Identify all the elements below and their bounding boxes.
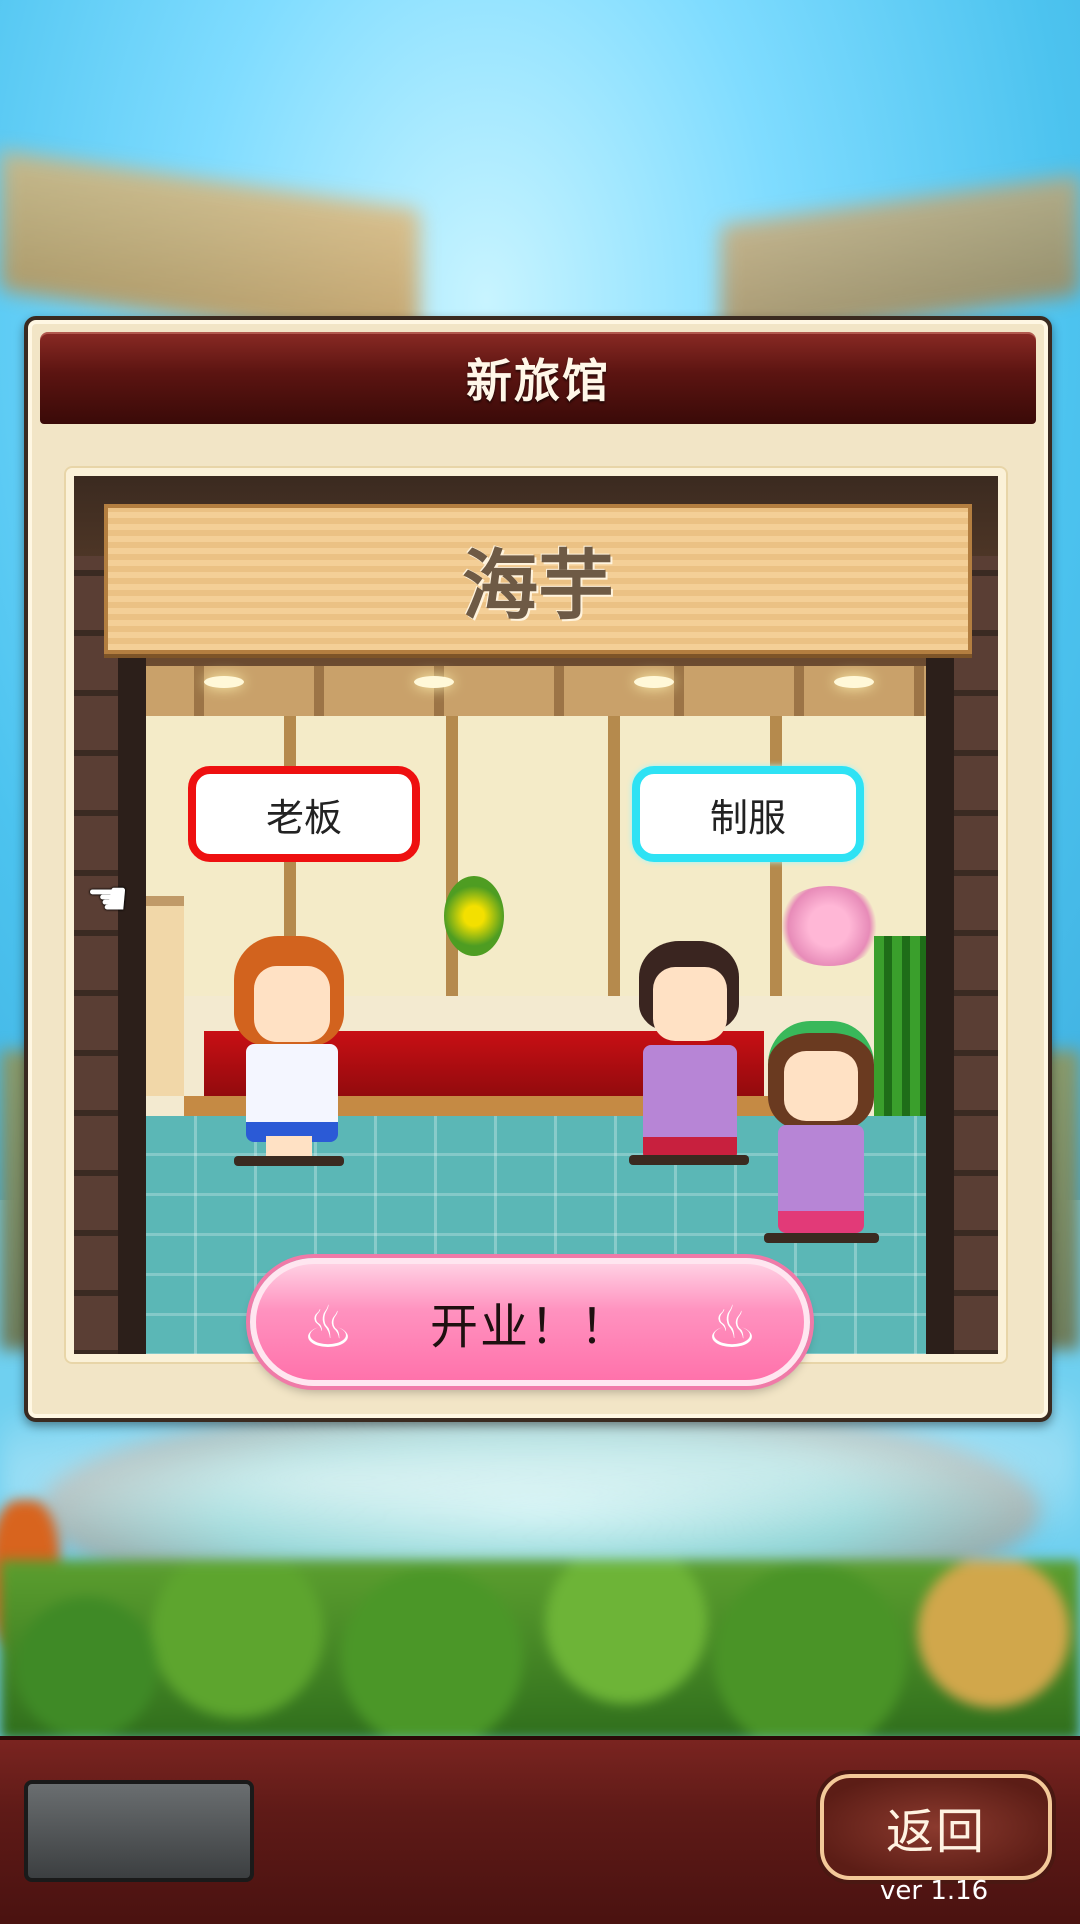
onsen-steam-icon: ♨ (706, 1293, 758, 1361)
owner-outfit (246, 1044, 338, 1142)
bushes (0, 1560, 1080, 1740)
open-business-label: 开业！！ (429, 1299, 630, 1355)
pointing-hand-icon: ☚ (86, 871, 130, 927)
staff-kimono (643, 1045, 737, 1161)
cherry-blossom-plant (774, 886, 884, 966)
staff-character[interactable] (629, 941, 749, 1166)
inn-signboard[interactable]: 海芋 (104, 504, 972, 654)
staff-girl-kimono (778, 1125, 864, 1233)
ceiling-light (634, 676, 674, 688)
dialog-title: 新旅馆 (466, 354, 610, 408)
lattice-door-left (74, 556, 118, 1354)
owner-shadow (234, 1156, 344, 1166)
staff-shadow (629, 1155, 749, 1165)
uniform-label: 制服 (709, 795, 786, 840)
new-inn-dialog: 新旅馆 海芋 老板 制服 ☚ ♨ 开业！！ ♨ (24, 316, 1052, 1422)
owner-legs (266, 1136, 312, 1158)
owner-face (254, 966, 330, 1042)
staff-girl-shadow (764, 1233, 879, 1243)
flower-arrangement (444, 876, 504, 956)
inn-interior-scene: 海芋 老板 制服 (74, 476, 998, 1354)
ceiling-beams (74, 666, 998, 716)
inn-preview-frame: 海芋 老板 制服 (64, 466, 1008, 1364)
lattice-door-right (954, 556, 998, 1354)
dialog-header: 新旅馆 (40, 332, 1036, 424)
owner-character[interactable] (224, 936, 354, 1166)
pillar-left (118, 656, 146, 1354)
version-label: ver 1.16 (880, 1876, 989, 1906)
pillar-right (926, 656, 954, 1354)
ceiling-light (414, 676, 454, 688)
back-label: 返回 (885, 1804, 986, 1860)
ceiling-light (204, 676, 244, 688)
owner-label: 老板 (265, 795, 342, 840)
uniform-button[interactable]: 制服 (632, 766, 864, 862)
inn-name: 海芋 (462, 541, 614, 630)
open-business-button[interactable]: ♨ 开业！！ ♨ (250, 1258, 810, 1386)
staff-girl-character[interactable] (764, 1021, 879, 1246)
staff-face (653, 967, 727, 1041)
empty-slot-button[interactable] (24, 1780, 254, 1882)
ceiling-light (834, 676, 874, 688)
back-button[interactable]: 返回 (820, 1774, 1052, 1880)
staff-girl-face (784, 1051, 858, 1121)
onsen-steam-icon: ♨ (302, 1293, 354, 1361)
owner-button[interactable]: 老板 (188, 766, 420, 862)
